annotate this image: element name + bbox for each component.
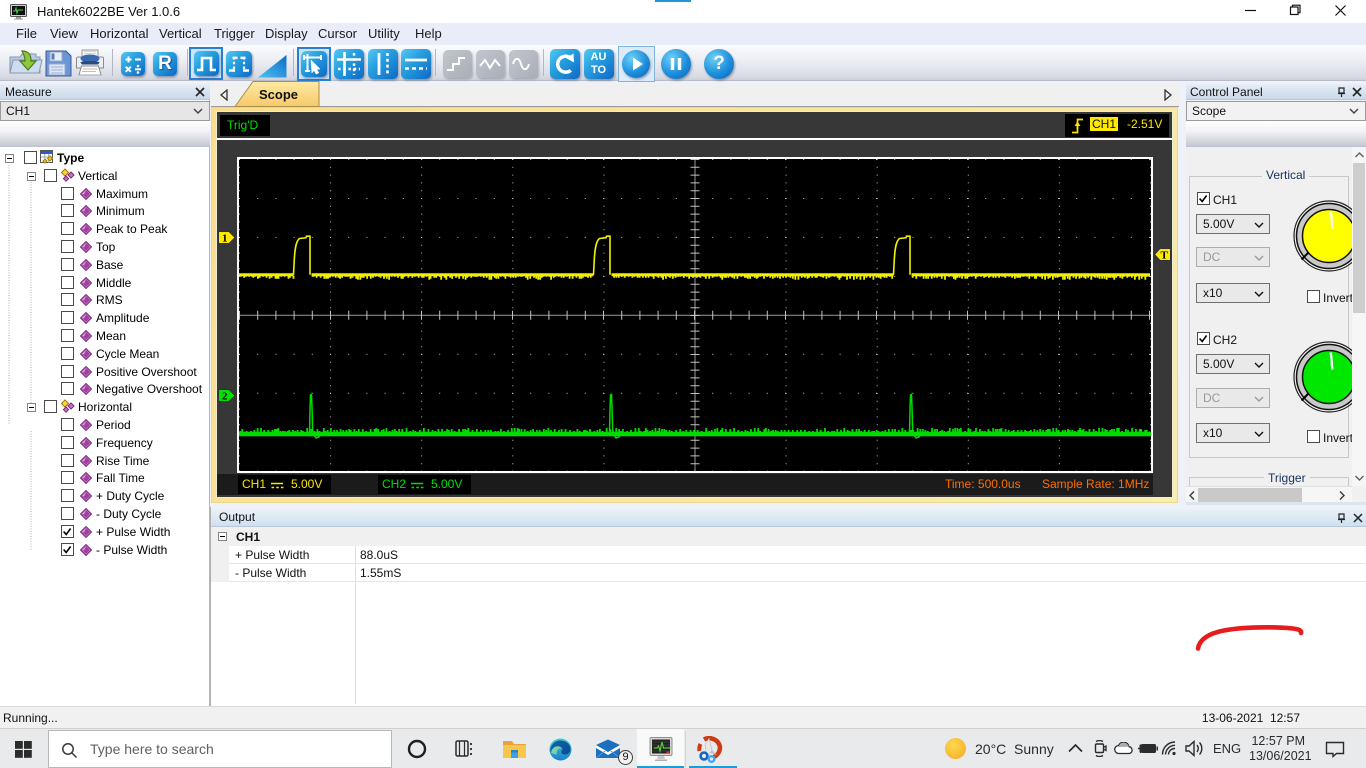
svg-text:T: T bbox=[1161, 250, 1169, 262]
svg-text:2: 2 bbox=[222, 391, 228, 403]
svg-text:1: 1 bbox=[222, 233, 228, 245]
